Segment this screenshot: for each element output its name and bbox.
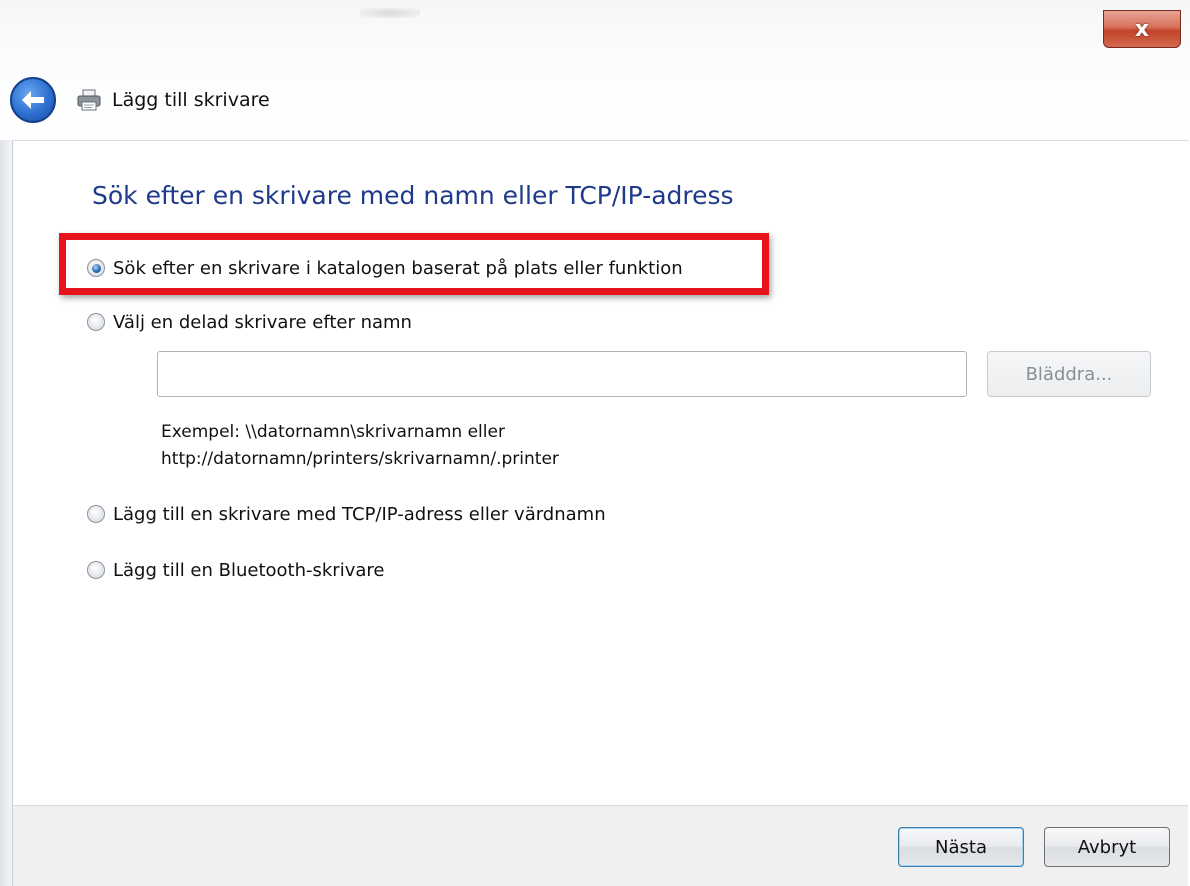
header: Lägg till skrivare xyxy=(10,76,270,124)
option-label: Lägg till en Bluetooth-skrivare xyxy=(113,559,385,581)
back-button[interactable] xyxy=(10,77,56,123)
radio-icon[interactable] xyxy=(87,313,105,331)
option-bluetooth[interactable]: Lägg till en Bluetooth-skrivare xyxy=(87,554,384,586)
option-shared-printer[interactable]: Välj en delad skrivare efter namn xyxy=(87,306,412,338)
close-button[interactable]: x xyxy=(1103,10,1181,48)
printer-name-input[interactable] xyxy=(157,351,967,397)
next-button[interactable]: Nästa xyxy=(898,827,1024,867)
back-arrow-icon xyxy=(22,91,44,109)
wizard-content: Sök efter en skrivare med namn eller TCP… xyxy=(12,140,1189,806)
radio-icon[interactable] xyxy=(87,561,105,579)
option-label: Välj en delad skrivare efter namn xyxy=(113,311,412,333)
highlight-box xyxy=(59,233,769,295)
option-label: Lägg till en skrivare med TCP/IP-adress … xyxy=(113,503,606,525)
footer: Nästa Avbryt xyxy=(12,805,1188,886)
example-line-2: http://datornamn/printers/skrivarnamn/.p… xyxy=(161,449,559,469)
window-frame-left xyxy=(0,140,12,886)
close-icon: x xyxy=(1134,16,1150,42)
example-line-1: Exempel: \\datornamn\skrivarnamn eller xyxy=(161,422,505,442)
option-tcpip[interactable]: Lägg till en skrivare med TCP/IP-adress … xyxy=(87,498,606,530)
browse-button[interactable]: Bläddra... xyxy=(987,351,1151,397)
radio-icon[interactable] xyxy=(87,505,105,523)
cancel-button[interactable]: Avbryt xyxy=(1044,827,1170,867)
example-text: Exempel: \\datornamn\skrivarnamn eller h… xyxy=(161,419,559,473)
window-title: Lägg till skrivare xyxy=(112,89,270,111)
printer-icon xyxy=(76,88,102,112)
page-title: Sök efter en skrivare med namn eller TCP… xyxy=(92,181,734,210)
